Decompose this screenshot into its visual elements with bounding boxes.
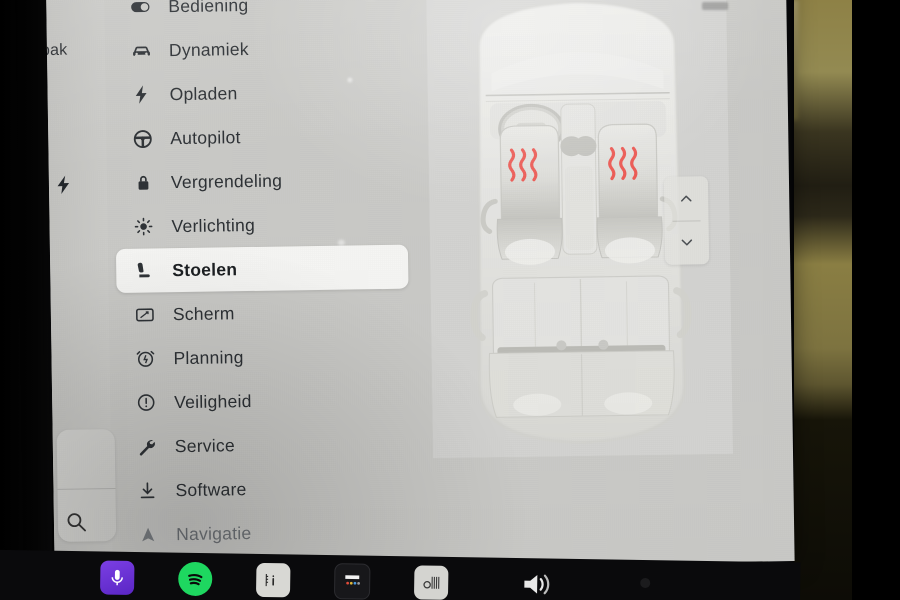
vehicle-touchscreen: bak Bediening Dynamiek Opladen Autopilot Ver…	[46, 0, 795, 572]
sidebar-item-veiligheid[interactable]: Veiligheid	[118, 377, 411, 425]
car-icon	[127, 38, 155, 62]
sidebar-item-label: Dynamiek	[168, 38, 249, 60]
ruler-icon	[420, 571, 442, 593]
wrench-icon	[133, 434, 161, 458]
sidebar-item-autopilot[interactable]: Autopilot	[114, 113, 407, 161]
steering-wheel-icon	[128, 126, 156, 150]
sidebar-item-label: Bediening	[168, 0, 249, 16]
sidebar-item-label: Service	[174, 434, 236, 456]
calculator-icon	[341, 570, 363, 592]
warning-circle-icon	[132, 390, 160, 414]
info-document-icon	[262, 569, 284, 591]
toggle-switch-icon	[126, 0, 154, 19]
sidebar-item-label: Scherm	[172, 302, 235, 324]
spotify-app[interactable]	[177, 561, 213, 597]
search-icon[interactable]	[64, 509, 88, 533]
alarm-clock-icon	[131, 346, 159, 370]
sidebar-item-dynamiek[interactable]: Dynamiek	[113, 25, 406, 73]
screen-dust-speck	[347, 77, 353, 83]
background-dark-right	[852, 0, 900, 600]
sidebar-item-label: Veiligheid	[174, 390, 252, 412]
sidebar-item-service[interactable]: Service	[119, 421, 412, 469]
sidebar-item-label: Vergrendeling	[170, 170, 283, 192]
sidebar-item-label: Software	[175, 478, 247, 500]
sidebar-item-navigatie[interactable]: Navigatie	[120, 509, 413, 557]
sidebar-item-label: Stoelen	[172, 258, 238, 280]
spotify-icon	[182, 566, 208, 592]
sidebar-item-stoelen[interactable]: Stoelen	[115, 244, 409, 293]
dock-app-list	[99, 559, 449, 600]
background-wall	[790, 0, 855, 600]
photo-root: bak Bediening Dynamiek Opladen Autopilot Ver…	[0, 0, 900, 600]
lightning-bolt-icon[interactable]	[53, 172, 75, 198]
sidebar-item-label: Autopilot	[170, 126, 241, 148]
sidebar-item-scherm[interactable]: Scherm	[117, 289, 410, 337]
sidebar-item-label: Planning	[173, 346, 244, 368]
sidebar-item-label: Verlichting	[171, 214, 256, 236]
chevron-down-icon[interactable]	[665, 220, 710, 265]
sidebar-item-planning[interactable]: Planning	[117, 333, 410, 381]
seat-scroll-control[interactable]	[663, 176, 710, 265]
sidebar-item-vergrendeling[interactable]: Vergrendeling	[115, 157, 408, 205]
lock-icon	[129, 170, 157, 194]
download-arrow-icon	[133, 478, 161, 502]
speaker-volume-icon[interactable]	[520, 570, 554, 599]
dock-indicator-dot	[640, 577, 651, 589]
screen-dust-speck	[337, 239, 345, 246]
voice-memo-app[interactable]	[99, 560, 135, 595]
seat-settings-panel	[418, 0, 795, 566]
left-panel-truncated-label: bak	[46, 41, 68, 60]
sidebar-item-opladen[interactable]: Opladen	[113, 69, 406, 117]
info-app[interactable]	[255, 562, 291, 598]
navigation-arrow-icon	[134, 522, 162, 546]
sun-light-icon	[129, 214, 157, 238]
sidebar-item-software[interactable]: Software	[119, 465, 412, 513]
background-dark-left	[0, 0, 52, 600]
settings-menu[interactable]: Bediening Dynamiek Opladen Autopilot Vergren…	[112, 0, 413, 571]
lightning-bolt-icon	[127, 82, 155, 106]
car-seat-icon	[130, 258, 158, 282]
sidebar-item-label: Navigatie	[175, 522, 252, 544]
microphone-icon	[106, 567, 128, 589]
sidebar-item-verlichting[interactable]: Verlichting	[115, 201, 408, 249]
measure-app[interactable]	[413, 565, 449, 600]
chevron-up-icon[interactable]	[664, 176, 709, 221]
bezel-marking	[702, 2, 728, 10]
sidebar-item-label: Opladen	[169, 82, 238, 104]
calculator-app[interactable]	[333, 563, 371, 600]
display-screen-icon	[131, 302, 159, 326]
